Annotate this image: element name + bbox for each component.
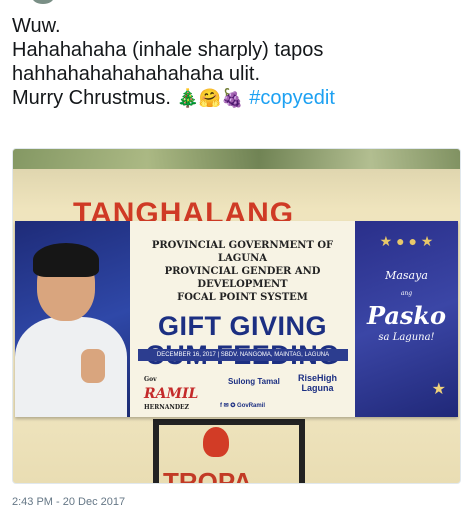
risehigh-logo-bottom: Laguna: [301, 383, 334, 393]
risehigh-logo: RiseHigh Laguna: [298, 373, 337, 393]
event-title: GIFT GIVING CUM FEEDING: [130, 312, 355, 370]
banner-left-panel: [15, 221, 130, 417]
event-line: GIFT GIVING: [157, 311, 327, 341]
grapes-emoji: 🍇: [221, 88, 244, 109]
organization-name: PROVINCIAL GOVERNMENT OF LAGUNA PROVINCI…: [130, 239, 355, 304]
hugging-face-emoji: 🤗: [198, 88, 222, 109]
christmas-tree-emoji: 🎄: [176, 88, 199, 109]
org-line: FOCAL POINT SYSTEM: [177, 292, 308, 303]
sulong-logo: Sulong Tamal: [228, 377, 280, 386]
tweet-line: Hahahahaha (inhale sharply) tapos: [12, 39, 324, 61]
ornaments-icon: ★ ● ● ★: [379, 233, 434, 249]
person-shirt: [15, 317, 127, 417]
social-handles: f ✉ ✪ GovRamil: [219, 403, 266, 409]
greeting-line-3: Pasko: [366, 301, 447, 330]
greeting-line-1: Masaya: [385, 269, 428, 282]
wall-sign-bottom: TROPA: [163, 467, 253, 484]
person-hair: [33, 243, 99, 277]
sponsor-logos: Gov RAMIL HERNANDEZ Sulong Tamal RiseHig…: [130, 369, 355, 411]
tweet-line: hahhahahahahahahaha ulit.: [12, 63, 261, 85]
photo-trees: [13, 149, 460, 169]
tweet-text: Wuw. Hahahahaha (inhale sharply) tapos h…: [12, 14, 462, 111]
banner-center-panel: PROVINCIAL GOVERNMENT OF LAGUNA PROVINCI…: [130, 221, 355, 417]
greeting-line-4: sa Laguna!: [378, 332, 435, 343]
tweet-line: Murry Chrustmus. 🎄🤗🍇 #copyedit: [12, 86, 462, 111]
banner-right-panel: ★ ● ● ★ Masaya ang Pasko sa Laguna! ★: [355, 221, 458, 417]
hashtag-link[interactable]: #copyedit: [249, 87, 335, 109]
banner: PROVINCIAL GOVERNMENT OF LAGUNA PROVINCI…: [15, 221, 458, 417]
ramil-logo-top: Gov: [144, 376, 157, 383]
org-line: PROVINCIAL GENDER AND DEVELOPMENT: [164, 266, 321, 290]
tweet-line-text: Murry Chrustmus.: [12, 87, 171, 109]
event-date-bar: DECEMBER 16, 2017 | SBDV. NANGOMA, MAINT…: [138, 349, 348, 361]
tweet-photo[interactable]: TANGHALANG TROPA PROVINCIAL GOVERNMENT O…: [12, 148, 461, 484]
tweet-timestamp[interactable]: 2:43 PM - 20 Dec 2017: [12, 496, 125, 508]
star-icon: ★: [431, 381, 446, 398]
risehigh-logo-top: RiseHigh: [298, 373, 338, 383]
tweet-line: Wuw.: [12, 15, 61, 37]
org-line: PROVINCIAL GOVERNMENT OF LAGUNA: [151, 240, 334, 264]
christmas-greeting: Masaya ang Pasko sa Laguna!: [355, 267, 458, 347]
peace-sign-hand: [81, 349, 105, 383]
flame-logo: [203, 427, 229, 457]
author-avatar[interactable]: [32, 0, 54, 4]
ramil-logo-main: RAMIL: [144, 386, 199, 402]
